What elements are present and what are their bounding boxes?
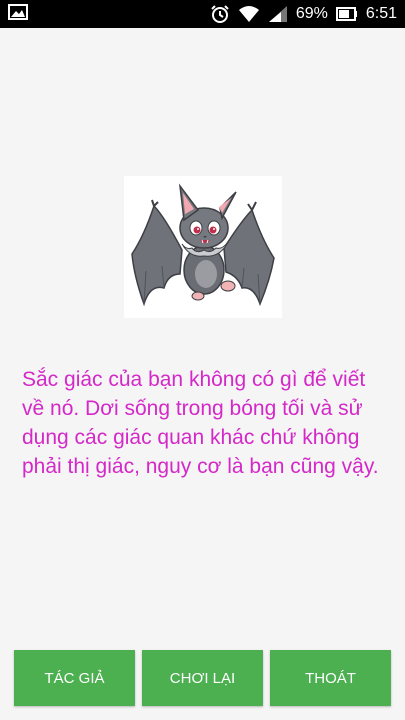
clock: 6:51 [365,5,397,22]
alarm-icon [210,4,230,24]
battery-icon [335,7,358,21]
wifi-icon [238,5,260,23]
result-message: Sắc giác của bạn không có gì để viết về … [22,368,379,478]
status-right: 69% 6:51 [210,4,397,24]
status-left [8,3,28,25]
bat-icon [131,183,275,307]
bat-image [124,176,282,318]
button-row: TÁC GIẢ CHƠI LẠI THOÁT [14,650,391,706]
gallery-icon [8,3,28,25]
main-content: Sắc giác của bạn không có gì để viết về … [0,28,405,720]
replay-button[interactable]: CHƠI LẠI [142,650,263,706]
status-bar: 69% 6:51 [0,0,405,28]
exit-button[interactable]: THOÁT [270,650,391,706]
battery-percent: 69% [295,5,328,22]
author-button[interactable]: TÁC GIẢ [14,650,135,706]
signal-icon [268,5,288,23]
